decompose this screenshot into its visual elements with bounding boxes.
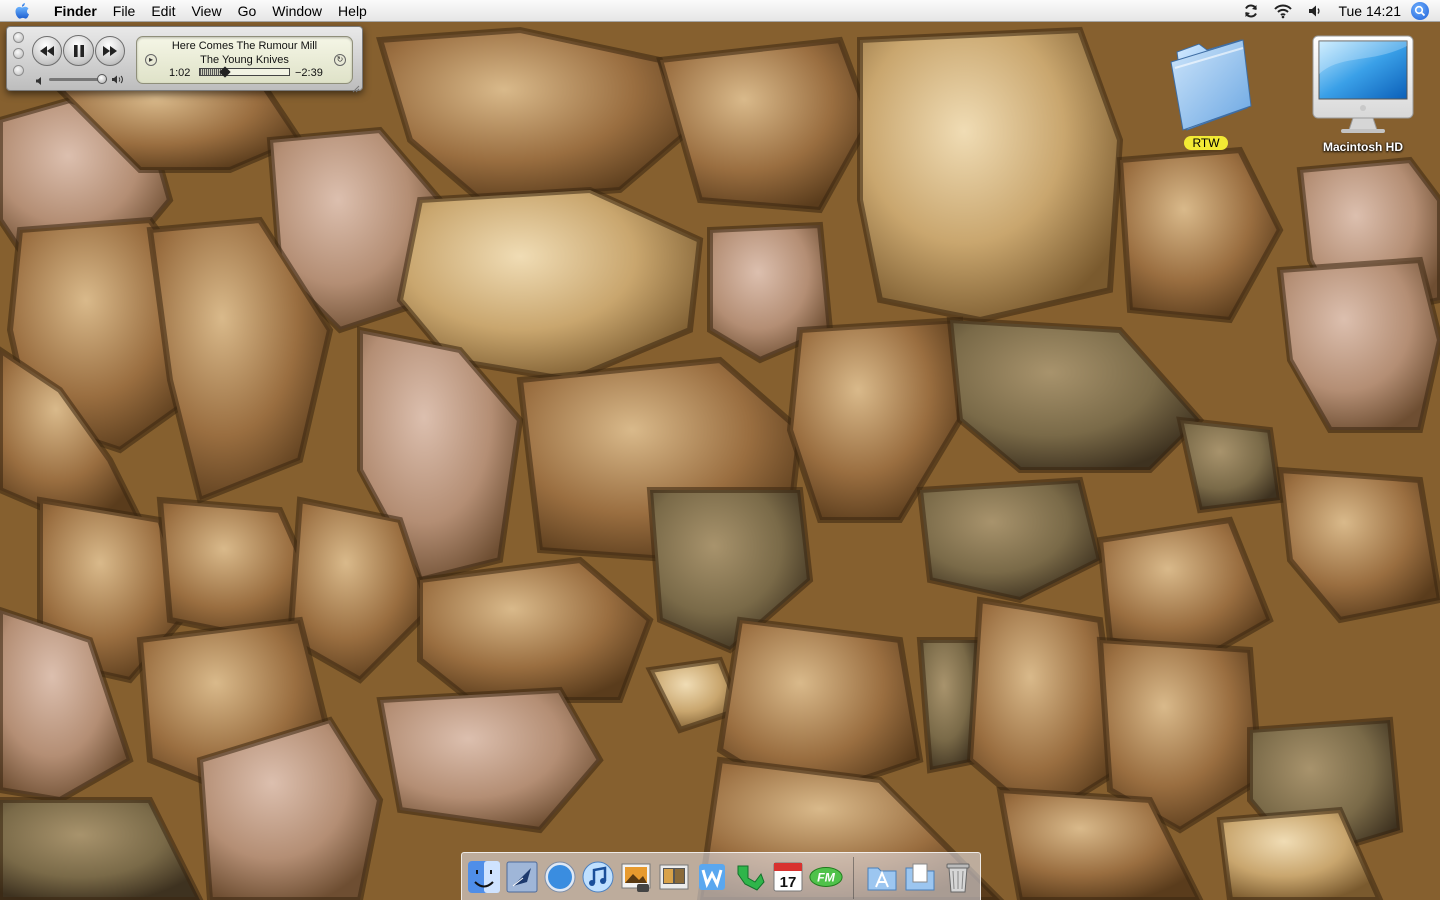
folder-label[interactable]: RTW bbox=[1184, 136, 1228, 150]
iweb-icon[interactable] bbox=[694, 859, 730, 895]
ical-day-number: 17 bbox=[780, 874, 797, 891]
volume-icon[interactable] bbox=[1300, 0, 1330, 22]
itunes-icon[interactable] bbox=[580, 859, 616, 895]
pause-icon bbox=[73, 44, 84, 57]
applications-folder-icon[interactable] bbox=[864, 859, 900, 895]
dock-separator bbox=[853, 857, 854, 899]
drive-label[interactable]: Macintosh HD bbox=[1323, 140, 1403, 154]
trash-icon[interactable] bbox=[940, 859, 976, 895]
play-pause-button[interactable] bbox=[63, 35, 94, 66]
zoom-window-button[interactable] bbox=[13, 65, 24, 76]
ical-icon[interactable]: 17 bbox=[770, 859, 806, 895]
iphoto-icon[interactable] bbox=[618, 859, 654, 895]
ichat-icon[interactable] bbox=[732, 859, 768, 895]
folder-icon bbox=[1159, 34, 1253, 132]
dock: 17 FM bbox=[461, 852, 981, 900]
snapback-icon[interactable]: ▸ bbox=[145, 54, 157, 66]
display-toggle-icon[interactable]: ↻ bbox=[334, 54, 346, 66]
menu-go[interactable]: Go bbox=[230, 0, 265, 22]
previous-track-button[interactable] bbox=[32, 36, 62, 66]
menu-view[interactable]: View bbox=[183, 0, 229, 22]
menu-clock[interactable]: Tue 14:21 bbox=[1330, 0, 1411, 22]
rewind-icon bbox=[40, 46, 54, 56]
volume-low-icon bbox=[35, 73, 45, 91]
fm-radio-icon[interactable]: FM bbox=[808, 859, 844, 895]
volume-slider[interactable] bbox=[49, 74, 108, 84]
track-artist: The Young Knives bbox=[200, 54, 289, 66]
documents-folder-icon[interactable] bbox=[902, 859, 938, 895]
minimize-window-button[interactable] bbox=[13, 48, 24, 59]
menu-help[interactable]: Help bbox=[330, 0, 375, 22]
spotlight-search-icon[interactable] bbox=[1411, 1, 1429, 20]
track-title: Here Comes The Rumour Mill bbox=[171, 40, 318, 52]
desktop-drive-macintosh-hd[interactable]: Macintosh HD bbox=[1308, 34, 1418, 156]
mail-icon[interactable] bbox=[504, 859, 540, 895]
safari-icon[interactable] bbox=[542, 859, 578, 895]
menu-window[interactable]: Window bbox=[264, 0, 330, 22]
menu-bar: Finder File Edit View Go Window Help Tue… bbox=[0, 0, 1440, 22]
desktop-folder-rtw[interactable]: RTW bbox=[1151, 34, 1261, 152]
fast-forward-icon bbox=[103, 46, 117, 56]
imac-drive-icon bbox=[1311, 34, 1415, 136]
now-playing-display: Here Comes The Rumour Mill The Young Kni… bbox=[136, 36, 353, 84]
elapsed-time: 1:02 bbox=[169, 67, 191, 79]
finder-icon[interactable] bbox=[466, 859, 502, 895]
wifi-icon[interactable] bbox=[1266, 0, 1300, 22]
apple-logo-icon[interactable] bbox=[0, 0, 44, 22]
menu-finder[interactable]: Finder bbox=[44, 0, 105, 22]
menu-file[interactable]: File bbox=[105, 0, 144, 22]
volume-high-icon bbox=[111, 72, 125, 90]
menu-edit[interactable]: Edit bbox=[143, 0, 183, 22]
close-window-button[interactable] bbox=[13, 32, 24, 43]
remaining-time: −2:39 bbox=[295, 67, 323, 79]
volume-slider-knob[interactable] bbox=[97, 74, 108, 84]
resize-grip-icon[interactable] bbox=[352, 80, 360, 93]
fm-label: FM bbox=[817, 871, 836, 885]
itunes-mini-player[interactable]: Here Comes The Rumour Mill The Young Kni… bbox=[6, 26, 363, 93]
imovie-icon[interactable] bbox=[656, 859, 692, 895]
next-track-button[interactable] bbox=[95, 36, 125, 66]
track-progress-bar[interactable] bbox=[199, 66, 290, 78]
sync-icon[interactable] bbox=[1236, 0, 1266, 22]
